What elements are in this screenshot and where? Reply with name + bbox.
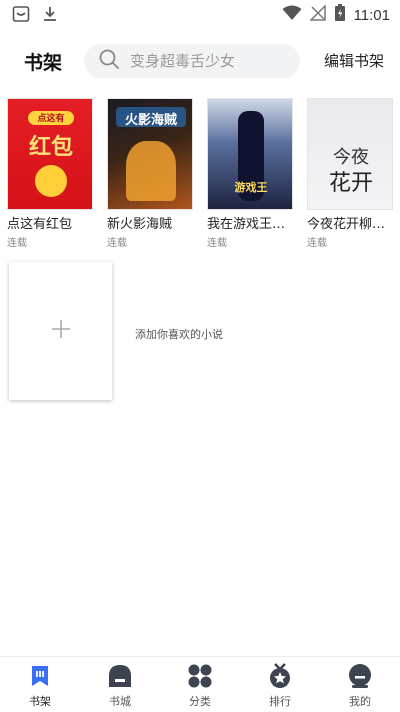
book-item[interactable]: 游戏王 我在游戏王… 连载 <box>207 98 295 249</box>
search-input[interactable] <box>130 52 290 70</box>
page-title: 书架 <box>24 52 63 74</box>
nav-item-profile[interactable]: 我的 <box>330 663 390 709</box>
wifi-icon <box>282 5 302 25</box>
category-icon <box>170 663 230 689</box>
bottom-nav: 书架 书城 分类 排行 我的 <box>0 656 400 712</box>
cover-text: 花开 <box>328 171 373 196</box>
status-bar: 11:01 <box>0 0 400 30</box>
book-title: 今夜花开柳… <box>307 217 386 232</box>
book-title: 我在游戏王… <box>207 217 286 232</box>
nav-item-ranking[interactable]: 排行 <box>250 663 310 709</box>
book-title: 新火影海贼 <box>107 217 173 232</box>
app-notification-icon <box>12 5 30 27</box>
cover-text: 红包 <box>28 135 73 160</box>
add-book-button[interactable] <box>9 262 112 400</box>
bookstore-icon <box>90 663 150 689</box>
no-signal-icon <box>308 4 326 25</box>
status-time: 11:01 <box>353 6 390 24</box>
nav-label: 书城 <box>109 695 131 708</box>
battery-icon <box>334 4 346 26</box>
ranking-icon <box>250 663 310 689</box>
nav-item-bookshelf[interactable]: 书架 <box>10 663 70 709</box>
nav-item-category[interactable]: 分类 <box>170 663 230 709</box>
book-status: 连载 <box>307 238 327 249</box>
edit-bookshelf-button[interactable]: 编辑书架 <box>324 50 384 71</box>
book-item[interactable]: 点这有 红包 点这有红包 连载 <box>7 98 95 249</box>
nav-label: 分类 <box>189 695 211 708</box>
cover-text: 点这有 <box>37 114 65 124</box>
book-status: 连载 <box>207 238 227 249</box>
plus-icon <box>50 316 72 346</box>
search-icon <box>84 48 120 74</box>
profile-icon <box>330 663 390 689</box>
book-status: 连载 <box>107 238 127 249</box>
book-cover[interactable]: 火影海贼 <box>107 98 193 210</box>
search-bar[interactable] <box>84 44 300 78</box>
nav-label: 书架 <box>29 695 51 708</box>
nav-label: 排行 <box>269 695 291 708</box>
book-cover[interactable]: 今夜 花开 <box>307 98 393 210</box>
book-cover[interactable]: 点这有 红包 <box>7 98 93 210</box>
header: 书架 编辑书架 <box>0 42 400 80</box>
cover-text: 火影海贼 <box>124 113 177 128</box>
bookshelf-icon <box>10 663 70 689</box>
book-status: 连载 <box>7 238 27 249</box>
book-title: 点这有红包 <box>7 217 73 232</box>
book-cover[interactable]: 游戏王 <box>207 98 293 210</box>
book-item[interactable]: 今夜 花开 今夜花开柳… 连载 <box>307 98 395 249</box>
nav-label: 我的 <box>349 695 371 708</box>
nav-item-bookstore[interactable]: 书城 <box>90 663 150 709</box>
download-icon <box>42 5 58 27</box>
add-book-hint: 添加你喜欢的小说 <box>135 328 223 341</box>
book-item[interactable]: 火影海贼 新火影海贼 连载 <box>107 98 195 249</box>
cover-text: 游戏王 <box>234 181 268 194</box>
